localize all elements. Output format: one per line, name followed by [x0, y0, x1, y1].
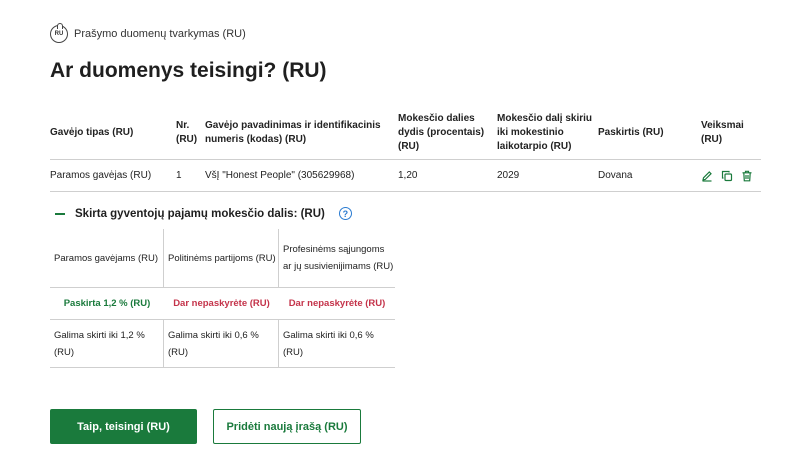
add-new-entry-button[interactable]: Pridėti naują įrašą (RU)	[213, 409, 361, 444]
header-number: Nr. (RU)	[176, 119, 198, 145]
recipients-table: Gavėjo tipas (RU) Nr. (RU) Gavėjo pavadi…	[50, 106, 761, 192]
table-header-row: Gavėjo tipas (RU) Nr. (RU) Gavėjo pavadi…	[50, 106, 761, 160]
allocation-section-title: Skirta gyventojų pajamų mokesčio dalis: …	[75, 207, 325, 220]
allocation-header-row: Paramos gavėjams (RU) Politinėms partijo…	[50, 229, 395, 288]
page-title: Ar duomenys teisingi? (RU)	[50, 59, 327, 82]
cell-recipient-type: Paramos gavėjas (RU)	[50, 170, 152, 181]
allowance-unions: Galima skirti iki 0,6 % (RU)	[283, 329, 374, 358]
copy-icon[interactable]	[721, 170, 733, 182]
help-question-icon[interactable]: ?	[338, 207, 352, 220]
confirm-button[interactable]: Taip, teisingi (RU)	[50, 409, 197, 444]
allowance-parties: Galima skirti iki 0,6 % (RU)	[164, 320, 279, 367]
table-row: Paramos gavėjas (RU) 1 VšĮ "Honest Peopl…	[50, 160, 761, 192]
header-purpose: Paskirtis (RU)	[598, 126, 664, 138]
ru-logo-icon: RU	[50, 23, 68, 43]
row-actions	[701, 170, 761, 182]
status-charities: Paskirta 1,2 % (RU)	[63, 298, 151, 309]
allowance-charities: Galima skirti iki 1,2 % (RU)	[50, 320, 164, 367]
status-parties: Dar nepaskyrėte (RU)	[173, 298, 270, 309]
allocation-header-charities: Paramos gavėjams (RU)	[50, 229, 164, 287]
allocation-header-parties: Politinėms partijoms (RU)	[164, 229, 279, 287]
breadcrumb: RU Prašymo duomenų tvarkymas (RU)	[50, 23, 246, 43]
allocation-header-unions: Profesinėms sąjungoms ar jų susivienijim…	[283, 244, 394, 272]
cell-recipient-name: VšĮ "Honest People" (305629968)	[205, 170, 355, 181]
header-actions: Veiksmai (RU)	[701, 119, 744, 145]
cell-purpose: Dovana	[598, 170, 633, 181]
header-until-period: Mokesčio dalį skiriu iki mokestinio laik…	[497, 112, 593, 152]
edit-pencil-icon[interactable]	[701, 170, 713, 182]
allocation-status-row: Paskirta 1,2 % (RU) Dar nepaskyrėte (RU)…	[50, 288, 395, 320]
header-percent: Mokesčio dalies dydis (procentais) (RU)	[398, 112, 485, 152]
cell-percent: 1,20	[398, 170, 418, 181]
allocation-allowance-row: Galima skirti iki 1,2 % (RU) Galima skir…	[50, 320, 395, 368]
delete-trash-icon[interactable]	[741, 170, 753, 182]
page: RU Prašymo duomenų tvarkymas (RU) Ar duo…	[0, 0, 800, 462]
header-recipient-type: Gavėjo tipas (RU)	[50, 126, 134, 138]
allocation-section-header[interactable]: Skirta gyventojų pajamų mokesčio dalis: …	[55, 207, 352, 220]
allocation-table: Paramos gavėjams (RU) Politinėms partijo…	[50, 229, 395, 368]
status-unions: Dar nepaskyrėte (RU)	[288, 298, 386, 309]
cell-number: 1	[176, 170, 182, 181]
header-recipient-name: Gavėjo pavadinimas ir identifikacinis nu…	[205, 119, 381, 145]
breadcrumb-label: Prašymo duomenų tvarkymas (RU)	[74, 28, 246, 40]
cell-until-period: 2029	[497, 170, 520, 181]
collapse-minus-icon[interactable]	[55, 212, 65, 215]
